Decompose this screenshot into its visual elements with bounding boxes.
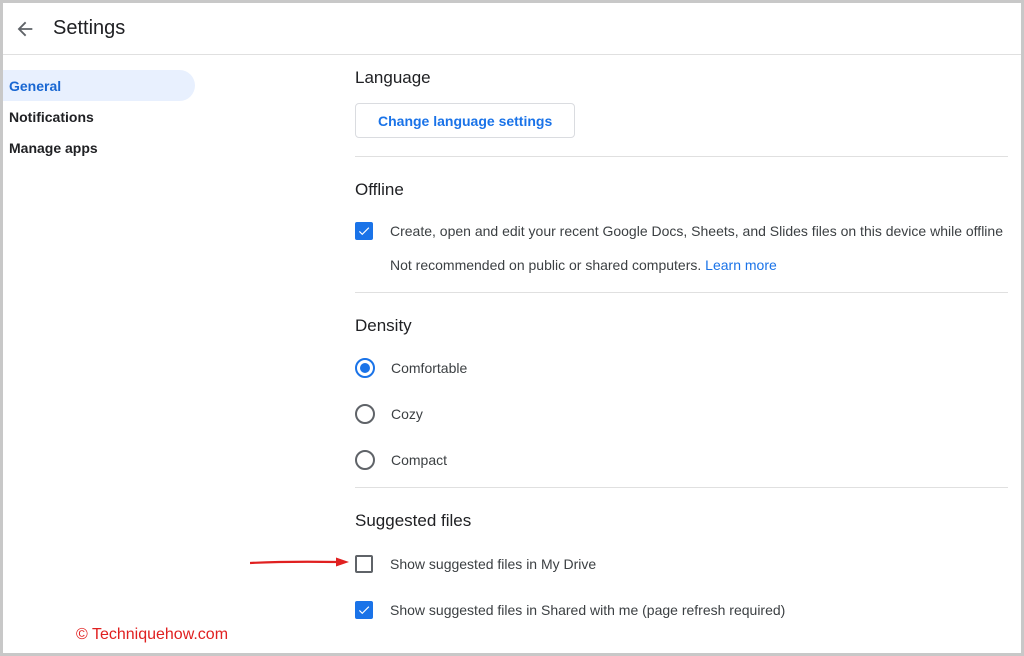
- suggested-files-title: Suggested files: [355, 511, 472, 530]
- language-title: Language: [355, 68, 431, 87]
- density-option-label: Comfortable: [391, 360, 468, 376]
- density-title: Density: [355, 316, 412, 335]
- offline-note-text: Not recommended on public or shared comp…: [390, 257, 702, 273]
- suggested-files-section: Suggested files Show suggested files in …: [355, 488, 1008, 619]
- suggested-option-label: Show suggested files in My Drive: [390, 556, 597, 572]
- sidebar-item-manage-apps[interactable]: Manage apps: [3, 132, 195, 163]
- sidebar-item-general[interactable]: General: [3, 70, 195, 101]
- offline-section: Offline Create, open and edit your recen…: [355, 157, 1008, 293]
- suggested-option-shared: Show suggested files in Shared with me (…: [355, 601, 1008, 619]
- radio-compact[interactable]: [355, 450, 375, 470]
- arrow-back-icon: [17, 21, 33, 36]
- density-option-compact[interactable]: Compact: [355, 450, 1008, 470]
- sidebar-item-label: Manage apps: [9, 139, 98, 156]
- density-option-cozy[interactable]: Cozy: [355, 404, 1008, 424]
- watermark: © Techniquehow.com: [76, 626, 229, 643]
- suggested-option-my-drive: Show suggested files in My Drive: [355, 555, 1008, 573]
- header-bar: Settings: [3, 3, 1021, 55]
- learn-more-link[interactable]: Learn more: [705, 257, 777, 273]
- back-button[interactable]: [5, 9, 45, 49]
- my-drive-checkbox[interactable]: [355, 555, 373, 573]
- suggested-option-label: Show suggested files in Shared with me (…: [390, 602, 786, 618]
- checkmark-icon: [358, 227, 370, 236]
- radio-cozy[interactable]: [355, 404, 375, 424]
- page-title: Settings: [53, 17, 126, 39]
- language-section: Language Change language settings: [355, 55, 1008, 157]
- radio-selected-dot: [360, 363, 370, 373]
- offline-checkbox-label: Create, open and edit your recent Google…: [390, 223, 1003, 239]
- change-language-button[interactable]: Change language settings: [355, 103, 576, 138]
- sidebar-item-notifications[interactable]: Notifications: [3, 101, 195, 132]
- density-option-label: Cozy: [391, 406, 423, 422]
- offline-note: Not recommended on public or shared comp…: [390, 257, 1008, 273]
- density-option-comfortable[interactable]: Comfortable: [355, 358, 1008, 378]
- radio-comfortable[interactable]: [355, 358, 375, 378]
- offline-checkbox[interactable]: [355, 222, 373, 240]
- shared-with-me-checkbox[interactable]: [355, 601, 373, 619]
- sidebar-item-label: Notifications: [9, 108, 94, 125]
- checkmark-icon: [358, 606, 370, 615]
- density-option-label: Compact: [391, 452, 448, 468]
- sidebar-item-label: General: [9, 77, 62, 94]
- offline-title: Offline: [355, 180, 404, 199]
- sidebar: General Notifications Manage apps: [3, 70, 195, 163]
- offline-option: Create, open and edit your recent Google…: [355, 222, 1008, 240]
- density-section: Density Comfortable Cozy Compact: [355, 293, 1008, 488]
- settings-panel: Language Change language settings Offlin…: [355, 55, 1008, 619]
- annotation-arrow-icon: [250, 557, 349, 567]
